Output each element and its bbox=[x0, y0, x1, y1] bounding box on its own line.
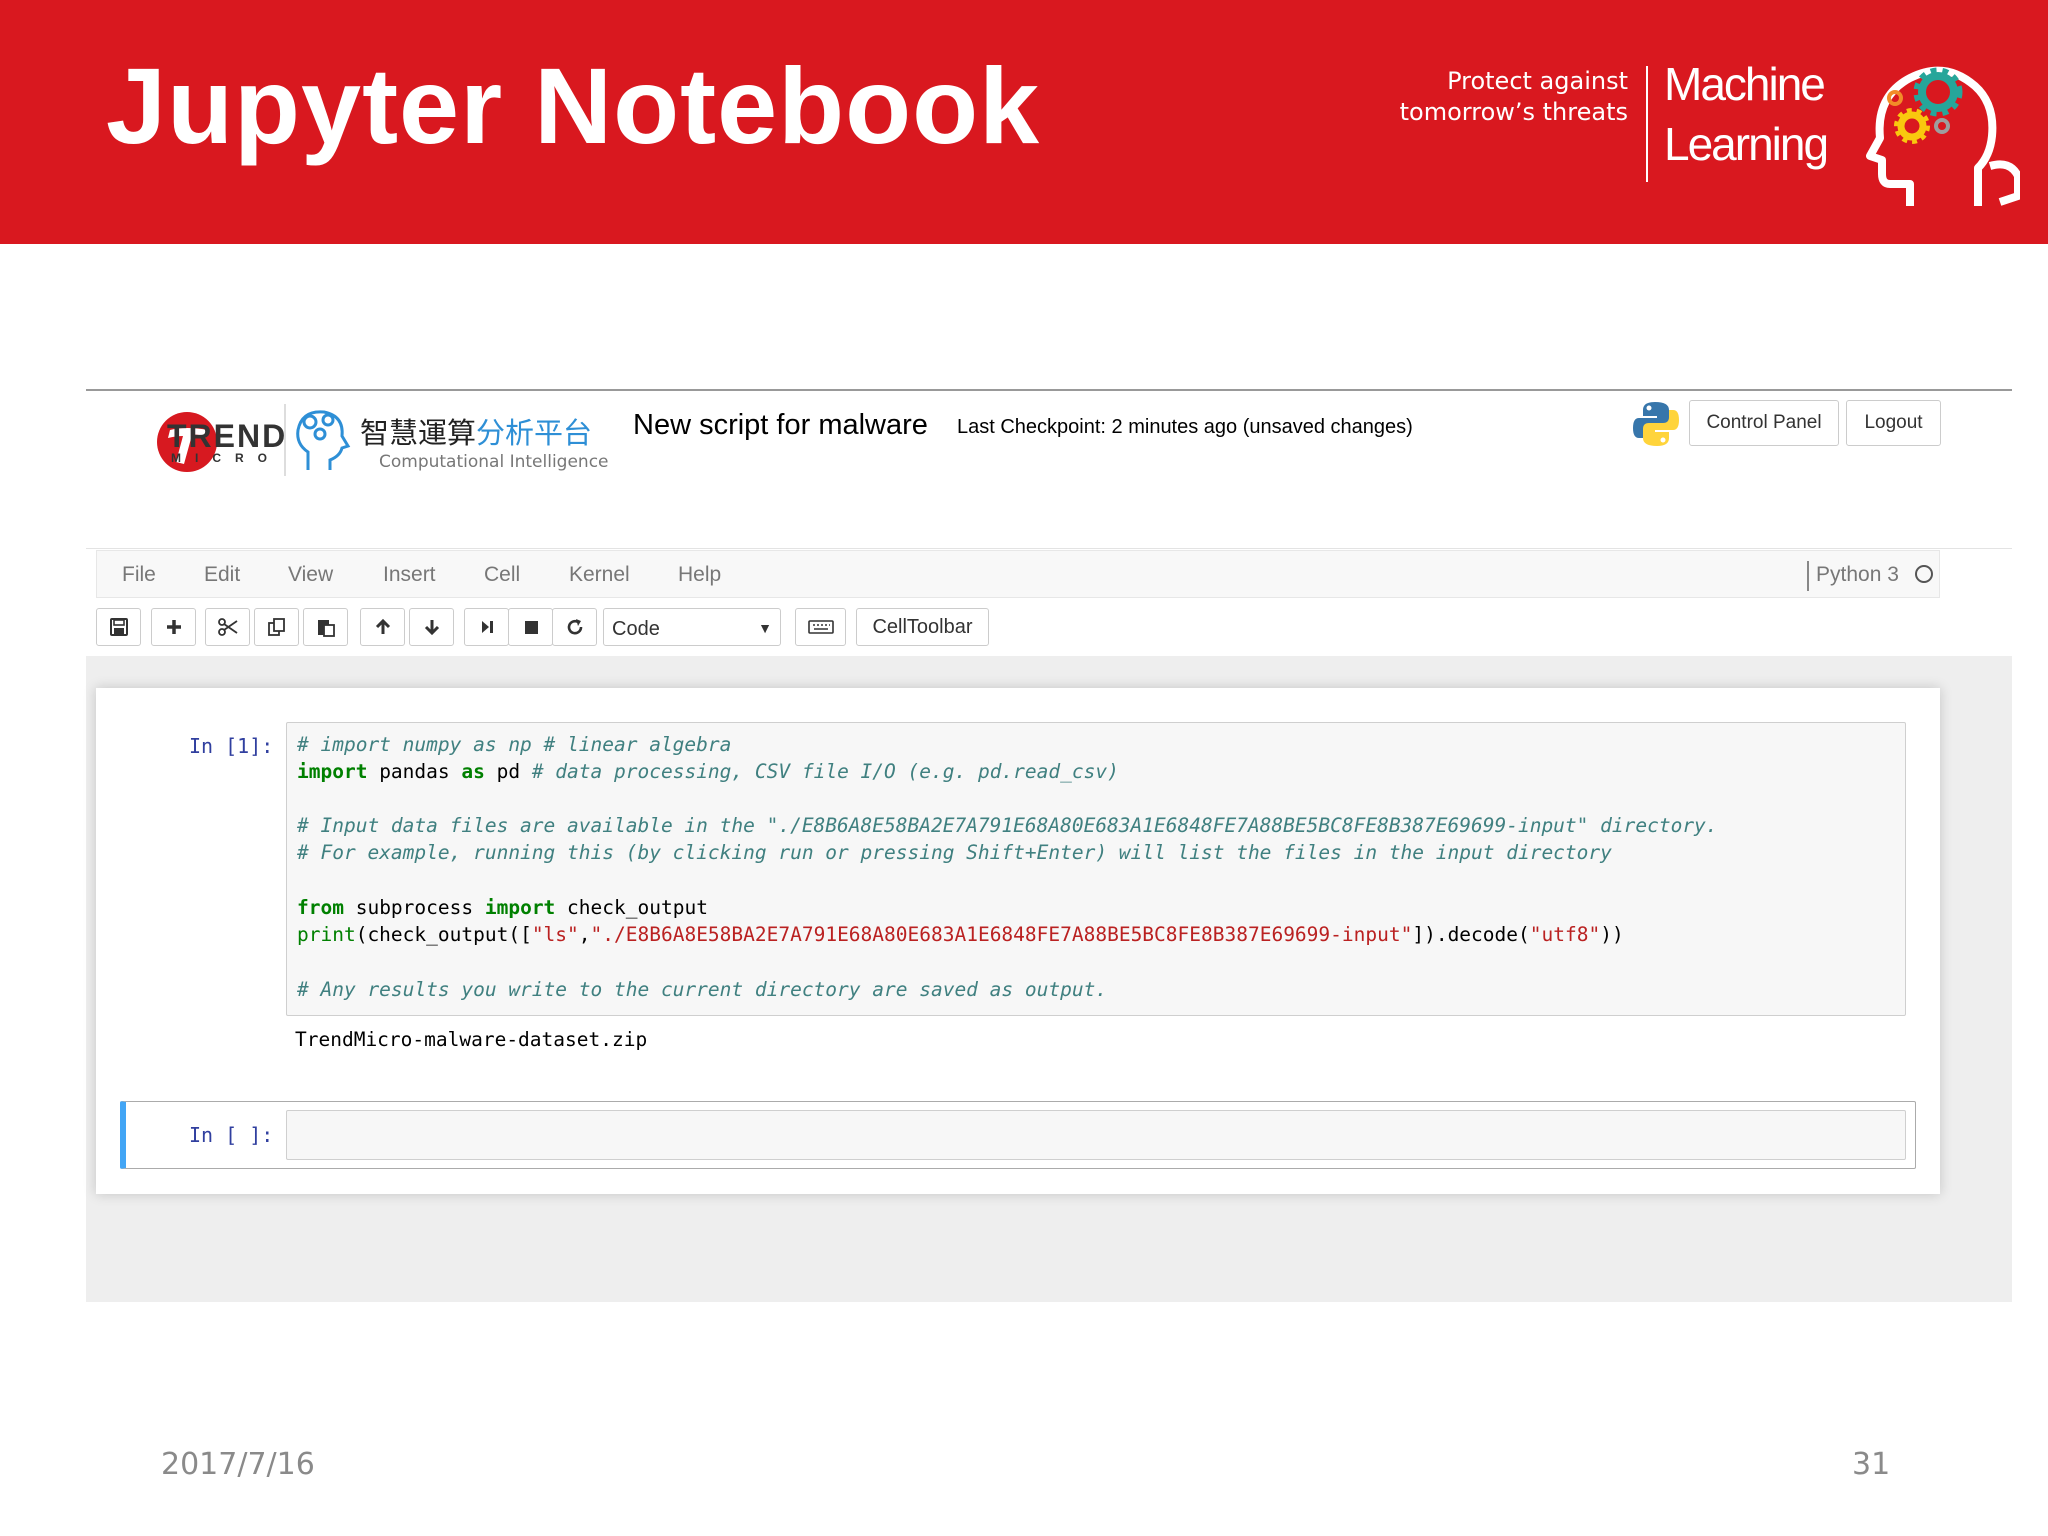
ci-title-black: 智慧運算 bbox=[360, 416, 477, 450]
code-line-5: # For example, running this (by clicking… bbox=[297, 839, 1612, 866]
code-module: subprocess bbox=[343, 896, 485, 919]
code-line-4: # Input data files are available in the … bbox=[297, 812, 1718, 839]
insert-cell-button[interactable] bbox=[151, 608, 196, 646]
menu-insert[interactable]: Insert bbox=[383, 563, 436, 587]
kernel-name[interactable]: Python 3 bbox=[1816, 563, 1899, 587]
cut-icon bbox=[217, 618, 238, 636]
celltoolbar-button[interactable]: CellToolbar bbox=[856, 608, 989, 646]
ci-platform-subtitle: Computational Intelligence bbox=[379, 452, 609, 472]
cell-type-value: Code bbox=[612, 618, 660, 640]
slide-title: Jupyter Notebook bbox=[106, 45, 1041, 166]
menu-edit[interactable]: Edit bbox=[204, 563, 240, 587]
tagline-divider bbox=[1646, 66, 1648, 182]
cell-1-output: TrendMicro-malware-dataset.zip bbox=[295, 1028, 648, 1051]
code-comment: # For example, running this (by clicking… bbox=[297, 841, 1612, 864]
code-string: "./E8B6A8E58BA2E7A791E68A80E683A1E6848FE… bbox=[590, 923, 1413, 946]
slide-date: 2017/7/16 bbox=[161, 1447, 315, 1482]
slide-banner: Jupyter Notebook Protect against tomorro… bbox=[0, 0, 2048, 244]
header-divider bbox=[86, 548, 2012, 549]
save-button[interactable] bbox=[96, 608, 141, 646]
paste-icon bbox=[317, 620, 335, 637]
code-call: (check_output([ bbox=[355, 923, 532, 946]
code-alias: pd bbox=[484, 760, 532, 783]
interrupt-kernel-button[interactable] bbox=[508, 608, 553, 646]
micro-wordmark: MICRO bbox=[171, 451, 281, 465]
code-line-7: from subprocess import check_output bbox=[297, 894, 708, 921]
code-comment: # import numpy as np # linear algebra bbox=[297, 733, 732, 756]
menu-view[interactable]: View bbox=[288, 563, 333, 587]
code-comment: # Any results you write to the current d… bbox=[297, 978, 1108, 1001]
head-gears-icon bbox=[1866, 66, 2020, 206]
refresh-icon bbox=[567, 619, 582, 635]
logo-separator bbox=[284, 404, 286, 476]
menubar: File Edit View Insert Cell Kernel Help P… bbox=[96, 550, 1940, 598]
arrow-down-icon bbox=[424, 620, 439, 636]
slide-page-number: 31 bbox=[1852, 1447, 1891, 1482]
restart-kernel-button[interactable] bbox=[552, 608, 597, 646]
python-logo-icon bbox=[1633, 402, 1679, 446]
paste-button[interactable] bbox=[303, 608, 348, 646]
cell-1-code-editor[interactable]: # import numpy as np # linear algebra im… bbox=[286, 722, 1906, 1016]
code-name: check_output bbox=[555, 896, 708, 919]
move-up-button[interactable] bbox=[360, 608, 405, 646]
run-cell-button[interactable] bbox=[464, 608, 509, 646]
checkpoint-status: Last Checkpoint: 2 minutes ago (unsaved … bbox=[957, 416, 1413, 438]
keyboard-icon bbox=[807, 620, 834, 634]
cell-2-code-editor[interactable] bbox=[286, 1110, 1906, 1160]
control-panel-button[interactable]: Control Panel bbox=[1689, 400, 1839, 446]
chevron-down-icon: ▼ bbox=[758, 620, 772, 636]
code-comment: # Input data files are available in the … bbox=[297, 814, 1718, 837]
menu-kernel[interactable]: Kernel bbox=[569, 563, 630, 587]
trend-wordmark: TREND bbox=[167, 418, 288, 454]
menu-cell[interactable]: Cell bbox=[484, 563, 520, 587]
code-builtin: print bbox=[297, 923, 356, 946]
code-line-1: # import numpy as np # linear algebra bbox=[297, 731, 731, 758]
plus-icon bbox=[166, 620, 181, 634]
cell-type-select[interactable]: Code ▼ bbox=[603, 608, 781, 646]
code-comment: # data processing, CSV file I/O (e.g. pd… bbox=[531, 760, 1119, 783]
save-icon bbox=[109, 618, 128, 636]
code-line-2: import pandas as pd # data processing, C… bbox=[297, 758, 1119, 785]
code-call: ]).decode( bbox=[1412, 923, 1530, 946]
code-punct: , bbox=[578, 923, 591, 946]
notebook-top-border bbox=[86, 389, 2012, 391]
move-down-button[interactable] bbox=[409, 608, 454, 646]
code-string: "ls" bbox=[531, 923, 579, 946]
ci-title-blue: 分析平台 bbox=[476, 416, 593, 450]
command-palette-button[interactable] bbox=[795, 608, 846, 646]
code-keyword: as bbox=[461, 760, 485, 783]
cell-2-prompt: In [ ]: bbox=[189, 1123, 274, 1147]
code-line-10: # Any results you write to the current d… bbox=[297, 976, 1107, 1003]
code-line-8: print(check_output(["ls","./E8B6A8E58BA2… bbox=[297, 921, 1624, 948]
step-forward-icon bbox=[481, 621, 493, 633]
logout-button[interactable]: Logout bbox=[1846, 400, 1941, 446]
cell-1-prompt: In [1]: bbox=[189, 734, 274, 758]
cut-button[interactable] bbox=[205, 608, 250, 646]
notebook-name[interactable]: New script for malware bbox=[633, 409, 928, 442]
ci-platform-title: 智慧運算分析平台 bbox=[360, 410, 592, 452]
computational-intelligence-head-icon bbox=[296, 410, 351, 470]
menu-help[interactable]: Help bbox=[678, 563, 721, 587]
code-keyword: import bbox=[484, 896, 556, 919]
copy-icon bbox=[267, 618, 285, 636]
menu-file[interactable]: File bbox=[122, 563, 156, 587]
kernel-idle-indicator-icon bbox=[1915, 565, 1933, 583]
ml-line-2: Learning bbox=[1664, 118, 1829, 170]
code-string: "utf8" bbox=[1529, 923, 1601, 946]
kernel-separator bbox=[1807, 561, 1809, 591]
code-keyword: from bbox=[297, 896, 344, 919]
machine-learning-logo-text: Machine Learning bbox=[1664, 54, 1829, 174]
ml-line-1: Machine bbox=[1664, 58, 1826, 110]
slide-tagline: Protect against tomorrow’s threats bbox=[1399, 67, 1628, 126]
stop-icon bbox=[524, 621, 538, 634]
code-keyword: import bbox=[297, 760, 368, 783]
copy-button[interactable] bbox=[254, 608, 299, 646]
arrow-up-icon bbox=[375, 618, 390, 634]
code-module: pandas bbox=[367, 760, 462, 783]
code-punct: )) bbox=[1600, 923, 1624, 946]
